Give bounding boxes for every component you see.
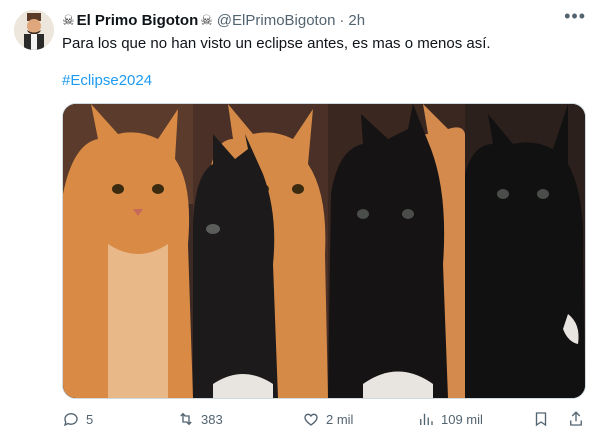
bookmark-button[interactable] — [532, 410, 550, 428]
reply-icon — [63, 413, 78, 427]
heart-icon — [304, 413, 318, 426]
author-display-name[interactable]: El Primo Bigoton — [77, 12, 199, 29]
like-count: 2 mil — [326, 411, 354, 427]
action-bar: 5 383 2 mil 109 mil — [62, 410, 592, 434]
avatar[interactable] — [14, 10, 54, 50]
tweet-text: Para los que no han visto un eclipse ant… — [62, 35, 491, 52]
views-button[interactable]: 109 mil — [417, 410, 483, 428]
views-count: 109 mil — [441, 411, 483, 427]
share-icon — [570, 411, 582, 426]
author-handle[interactable]: @ElPrimoBigoton — [217, 12, 336, 29]
reply-count: 5 — [86, 411, 94, 427]
skull-crossbones-icon: ☠ — [62, 11, 75, 28]
reply-button[interactable]: 5 — [62, 410, 93, 428]
share-button[interactable] — [567, 410, 585, 428]
timestamp[interactable]: 2h — [348, 12, 365, 29]
retweet-count: 383 — [201, 411, 223, 427]
hashtag-link[interactable]: #Eclipse2024 — [62, 72, 152, 89]
tweet-header: ☠ El Primo Bigoton ☠ @ElPrimoBigoton · 2… — [62, 10, 590, 30]
skull-crossbones-icon: ☠ — [200, 11, 213, 28]
more-options-icon[interactable]: ••• — [564, 6, 586, 27]
separator-dot: · — [339, 11, 345, 29]
retweet-icon — [180, 412, 192, 426]
bookmark-icon — [535, 412, 547, 427]
like-button[interactable]: 2 mil — [302, 410, 353, 428]
cat-eclipse-illustration — [63, 104, 585, 398]
retweet-button[interactable]: 383 — [177, 410, 223, 428]
views-icon — [420, 413, 433, 425]
author-name-group[interactable]: ☠ El Primo Bigoton ☠ — [62, 12, 213, 29]
tweet-card[interactable]: ☠ El Primo Bigoton ☠ @ElPrimoBigoton · 2… — [0, 0, 600, 445]
tweet-image[interactable] — [62, 103, 586, 399]
